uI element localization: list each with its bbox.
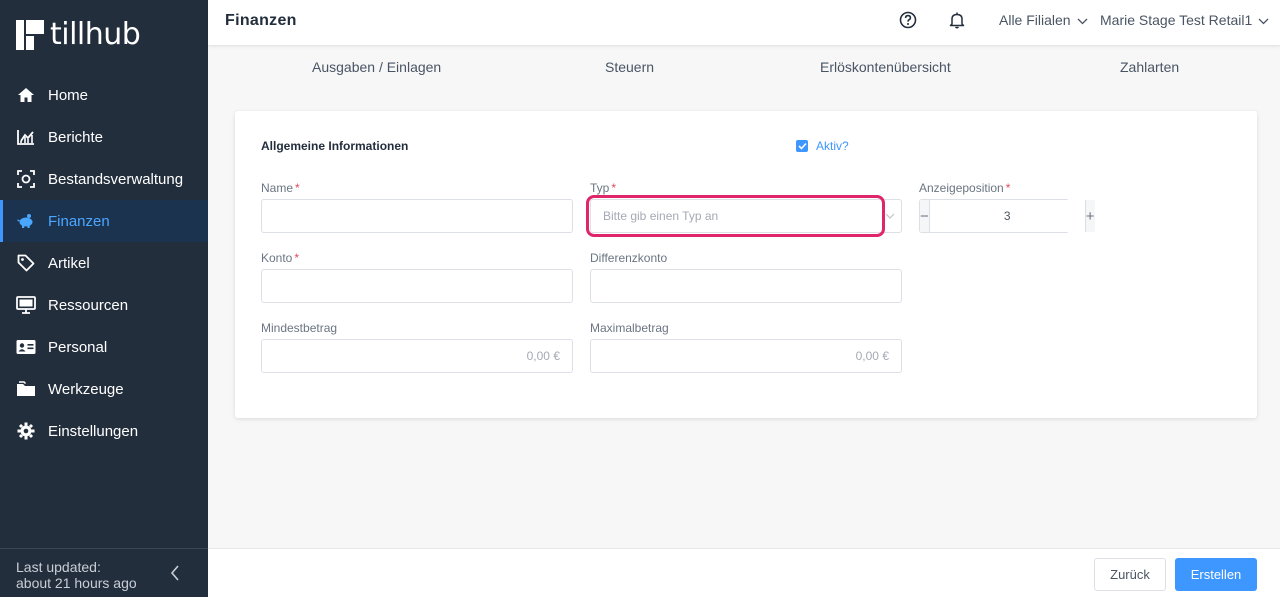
- account-input[interactable]: [261, 269, 573, 303]
- sidebar-item-label: Artikel: [48, 254, 90, 272]
- last-updated-info: Last updated: about 21 hours ago: [0, 548, 208, 597]
- back-button[interactable]: Zurück: [1094, 558, 1166, 591]
- sidebar-item-label: Ressourcen: [48, 296, 129, 314]
- account-select-value: Marie Stage Test Retail1: [1100, 12, 1253, 28]
- position-label-text: Anzeigeposition: [919, 181, 1004, 195]
- chevron-down-icon: [1077, 12, 1088, 28]
- tab-ausgaben-einlagen[interactable]: Ausgaben / Einlagen: [312, 59, 441, 75]
- sidebar-item-artikel[interactable]: Artikel: [0, 242, 208, 284]
- chevron-down-icon: [1258, 12, 1269, 28]
- increment-button[interactable]: +: [1084, 200, 1095, 232]
- account-label-text: Konto: [261, 251, 293, 265]
- sidebar: tillhub Home Berichte Bestandsverwaltung…: [0, 0, 208, 597]
- create-button[interactable]: Erstellen: [1175, 558, 1257, 591]
- position-input[interactable]: [929, 200, 1085, 232]
- tag-icon: [16, 253, 36, 273]
- sidebar-item-ressourcen[interactable]: Ressourcen: [0, 284, 208, 326]
- active-checkbox-label: Aktiv?: [816, 139, 849, 153]
- sidebar-item-home[interactable]: Home: [0, 74, 208, 116]
- tillhub-logo[interactable]: tillhub: [16, 17, 141, 52]
- sidebar-item-berichte[interactable]: Berichte: [0, 116, 208, 158]
- min-amount-input[interactable]: [261, 339, 573, 373]
- sidebar-item-personal[interactable]: Personal: [0, 326, 208, 368]
- chart-icon: [16, 127, 36, 147]
- decrement-button[interactable]: −: [920, 200, 930, 232]
- chevron-down-icon: [885, 213, 895, 219]
- piggy-bank-icon: [16, 211, 36, 231]
- action-bar: Zurück Erstellen: [208, 548, 1280, 597]
- help-icon[interactable]: [899, 11, 919, 31]
- required-mark: *: [294, 251, 300, 265]
- tab-erloeskontenuebersicht[interactable]: Erlöskontenübersicht: [820, 59, 951, 75]
- sidebar-item-finanzen[interactable]: Finanzen: [0, 200, 208, 242]
- checkbox-checked-icon: [796, 140, 808, 152]
- id-card-icon: [16, 337, 36, 357]
- sidebar-item-label: Finanzen: [48, 212, 110, 230]
- sidebar-item-label: Home: [48, 86, 89, 104]
- required-mark: *: [611, 181, 617, 195]
- name-label-text: Name: [261, 181, 294, 195]
- account-select[interactable]: Marie Stage Test Retail1: [1100, 12, 1269, 28]
- home-icon: [16, 85, 36, 105]
- diff-account-input[interactable]: [590, 269, 902, 303]
- gear-icon: [16, 421, 36, 441]
- type-label-text: Typ: [590, 181, 610, 195]
- sidebar-item-label: Berichte: [48, 128, 104, 146]
- page-title: Finanzen: [225, 12, 297, 29]
- finance-tabs: Ausgaben / Einlagen Steuern Erlöskontenü…: [208, 46, 1280, 88]
- diff-account-label: Differenzkonto: [590, 251, 668, 265]
- active-checkbox[interactable]: Aktiv?: [796, 139, 849, 153]
- sidebar-item-einstellungen[interactable]: Einstellungen: [0, 410, 208, 452]
- type-select[interactable]: [590, 199, 902, 233]
- sidebar-item-label: Bestandsverwaltung: [48, 170, 184, 188]
- position-stepper: − +: [919, 199, 1095, 233]
- name-label: Name *: [261, 181, 300, 195]
- sidebar-item-werkzeuge[interactable]: Werkzeuge: [0, 368, 208, 410]
- notification-bell-icon[interactable]: [948, 11, 968, 31]
- tab-zahlarten[interactable]: Zahlarten: [1120, 59, 1179, 75]
- sidebar-item-label: Personal: [48, 338, 108, 356]
- max-amount-input[interactable]: [590, 339, 902, 373]
- type-label: Typ *: [590, 181, 616, 195]
- logo-text: tillhub: [50, 17, 141, 52]
- sidebar-item-label: Werkzeuge: [48, 380, 124, 398]
- branch-select-value: Alle Filialen: [999, 12, 1071, 28]
- inventory-icon: [16, 169, 36, 189]
- required-mark: *: [295, 181, 300, 195]
- sidebar-item-label: Einstellungen: [48, 422, 139, 440]
- folder-icon: [16, 379, 36, 399]
- position-label: Anzeigeposition *: [919, 181, 1010, 195]
- branch-select[interactable]: Alle Filialen: [999, 12, 1088, 28]
- logo-mark-icon: [16, 20, 44, 50]
- max-amount-label: Maximalbetrag: [590, 321, 669, 335]
- sidebar-item-bestandsverwaltung[interactable]: Bestandsverwaltung: [0, 158, 208, 200]
- section-title: Allgemeine Informationen: [261, 139, 409, 153]
- monitor-icon: [16, 295, 36, 315]
- account-label: Konto *: [261, 251, 299, 265]
- required-mark: *: [1005, 181, 1011, 195]
- sidebar-nav: Home Berichte Bestandsverwaltung Finanze…: [0, 74, 208, 452]
- tab-steuern[interactable]: Steuern: [605, 59, 654, 75]
- top-header: Finanzen Alle Filialen Marie Stage Test …: [208, 0, 1280, 46]
- collapse-sidebar-chevron-left-icon[interactable]: [170, 565, 184, 581]
- general-info-card: Allgemeine Informationen Aktiv? Name * Ty…: [235, 111, 1257, 418]
- name-input[interactable]: [261, 199, 573, 233]
- min-amount-label: Mindestbetrag: [261, 321, 338, 335]
